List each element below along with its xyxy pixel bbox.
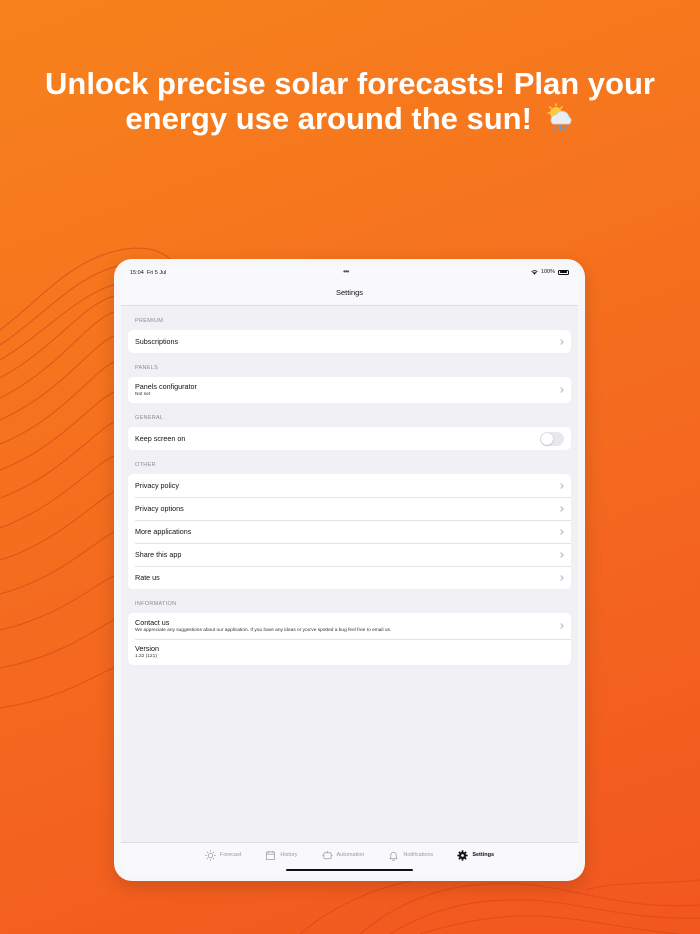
row-description: We appreciate any suggestions about our … xyxy=(135,628,392,633)
group-information: Contact us We appreciate any suggestions… xyxy=(128,613,571,665)
home-indicator[interactable] xyxy=(286,868,413,871)
page-title: Settings xyxy=(335,288,364,297)
tablet-frame: 15:04 Fri 5 Jul ••• 100% Settings PREMIU… xyxy=(114,259,585,881)
tab-label: Notifications xyxy=(403,852,434,858)
row-subscriptions[interactable]: Subscriptions xyxy=(128,330,571,353)
gear-icon xyxy=(457,849,468,861)
row-label: Keep screen on xyxy=(135,434,186,443)
settings-list: PREMIUM Subscriptions PANELS Panels conf… xyxy=(128,306,571,665)
row-share-app[interactable]: Share this app xyxy=(128,543,571,566)
status-right: 100% xyxy=(531,269,569,275)
automation-icon xyxy=(321,850,333,859)
headline-line-2: energy use around the sun! xyxy=(125,101,532,136)
tab-settings[interactable]: Settings xyxy=(445,843,506,867)
row-privacy-policy[interactable]: Privacy policy xyxy=(128,474,571,497)
row-more-applications[interactable]: More applications xyxy=(128,520,571,543)
row-panels-configurator[interactable]: Panels configurator Not set xyxy=(128,377,571,403)
group-other: Privacy policy Privacy options More appl… xyxy=(128,474,571,589)
row-value: Not set xyxy=(135,392,151,397)
section-header-information: INFORMATION xyxy=(135,601,177,607)
row-privacy-options[interactable]: Privacy options xyxy=(128,497,571,520)
tab-label: Automation xyxy=(336,852,365,858)
keep-screen-on-toggle[interactable] xyxy=(540,431,564,446)
tab-notifications[interactable]: Notifications xyxy=(376,843,445,867)
section-header-premium: PREMIUM xyxy=(135,318,164,324)
tab-label: Settings xyxy=(472,852,495,858)
sun-icon xyxy=(205,849,216,861)
headline-line-1: Unlock precise solar forecasts! Plan you… xyxy=(45,66,655,101)
toggle-knob xyxy=(541,432,553,445)
tab-label: Forecast xyxy=(219,852,242,858)
status-bar: 15:04 Fri 5 Jul ••• 100% xyxy=(121,266,578,280)
row-label: Share this app xyxy=(135,550,182,559)
tab-automation[interactable]: Automation xyxy=(310,843,377,867)
row-label: Panels configurator xyxy=(135,382,197,391)
row-label: Privacy options xyxy=(135,504,184,513)
row-contact-us[interactable]: Contact us We appreciate any suggestions… xyxy=(128,613,571,639)
row-label: More applications xyxy=(135,527,192,536)
section-header-general: GENERAL xyxy=(135,415,164,421)
promo-headline: Unlock precise solar forecasts! Plan you… xyxy=(0,66,700,136)
group-general: Keep screen on xyxy=(128,427,571,450)
sun-behind-rain-cloud-icon xyxy=(546,103,572,131)
row-label: Rate us xyxy=(135,573,160,582)
tab-forecast[interactable]: Forecast xyxy=(193,843,253,867)
battery-icon xyxy=(558,269,569,275)
calendar-icon xyxy=(266,850,276,860)
row-rate-us[interactable]: Rate us xyxy=(128,566,571,589)
section-header-other: OTHER xyxy=(135,462,156,468)
bell-icon xyxy=(389,851,398,861)
group-premium: Subscriptions xyxy=(128,330,571,353)
tab-history[interactable]: History xyxy=(253,843,309,867)
multitasking-dots[interactable]: ••• xyxy=(343,267,349,276)
row-label: Privacy policy xyxy=(135,481,179,490)
section-header-panels: PANELS xyxy=(135,365,159,371)
battery-percent: 100% xyxy=(540,269,555,275)
tab-label: History xyxy=(280,852,298,858)
row-label: Contact us xyxy=(135,618,170,627)
row-version: Version 1.22 (121) xyxy=(128,639,571,665)
row-keep-screen-on: Keep screen on xyxy=(128,427,571,450)
nav-bar: Settings xyxy=(121,280,578,306)
status-time: 15:04 Fri 5 Jul xyxy=(130,270,167,276)
row-label: Version xyxy=(135,644,159,653)
wifi-icon xyxy=(531,269,538,275)
row-label: Subscriptions xyxy=(135,337,179,346)
group-panels: Panels configurator Not set xyxy=(128,377,571,403)
app-screen: 15:04 Fri 5 Jul ••• 100% Settings PREMIU… xyxy=(121,266,578,874)
row-value: 1.22 (121) xyxy=(135,654,157,659)
